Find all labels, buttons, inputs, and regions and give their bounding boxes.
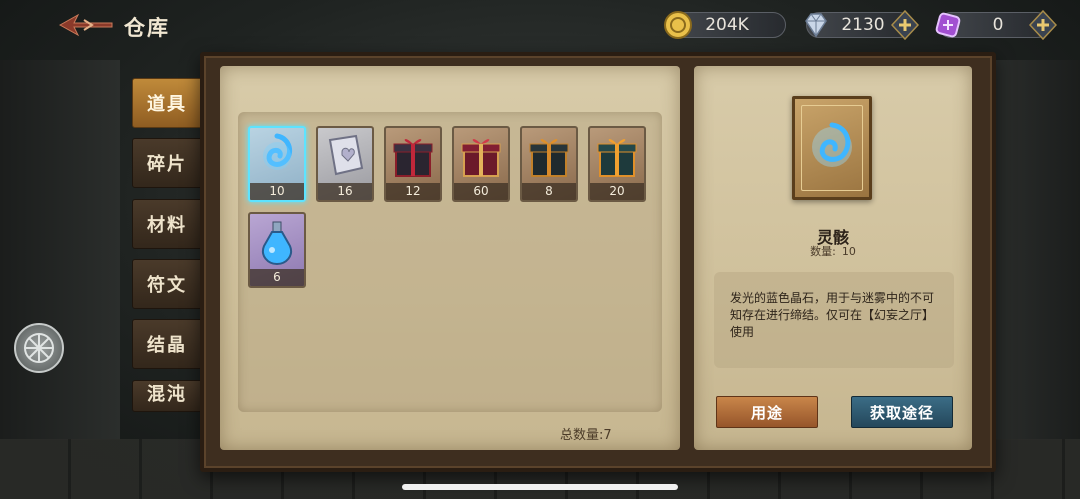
- add-gems-plus-icon[interactable]: [890, 9, 920, 41]
- purple-crystal-icon: [933, 10, 963, 40]
- spiral-menu-icon[interactable]: [14, 323, 64, 373]
- item-count: 6: [250, 269, 304, 286]
- tab-label: 材料: [147, 215, 187, 236]
- item-count: 20: [590, 183, 644, 200]
- item-description: 发光的蓝色晶石，用于与迷雾中的不可知存在进行缔结。仅可在【幻妄之厅】使用: [714, 272, 954, 368]
- gold-value: 204K: [705, 15, 749, 35]
- item-quantity: 数量: 10: [694, 243, 972, 259]
- home-indicator[interactable]: [402, 484, 678, 490]
- selected-item-card: [792, 96, 872, 200]
- tab-label: 混沌: [147, 384, 187, 405]
- total-count: 总数量:7: [560, 428, 612, 443]
- item-count: 12: [386, 183, 440, 200]
- gem-counter: 2130: [805, 9, 920, 41]
- add-crystal-plus-icon[interactable]: [1028, 9, 1058, 41]
- back-arrow-icon[interactable]: [58, 12, 114, 38]
- gift-box-icon: [386, 128, 440, 184]
- tab-label: 符文: [147, 275, 187, 296]
- tab-label: 碎片: [147, 154, 187, 175]
- blue-spirit-icon: [250, 128, 304, 184]
- item-slot[interactable]: 60: [452, 126, 510, 202]
- item-slot[interactable]: 10: [248, 126, 306, 202]
- gift-box-icon: [454, 128, 508, 184]
- top-bar: 仓库 204K 2130 0: [0, 0, 1080, 50]
- gold-counter: 204K: [664, 11, 786, 39]
- coin-icon: [663, 10, 693, 40]
- item-slot[interactable]: 20: [588, 126, 646, 202]
- item-slot[interactable]: 12: [384, 126, 442, 202]
- get-source-button[interactable]: 获取途径: [851, 396, 953, 428]
- item-count: 10: [250, 183, 304, 200]
- item-slot[interactable]: 6: [248, 212, 306, 288]
- tab-label: 结晶: [147, 335, 187, 356]
- tab-crystals[interactable]: 结晶: [132, 319, 202, 369]
- potion-icon: [250, 214, 304, 270]
- item-slot[interactable]: 16: [316, 126, 374, 202]
- crystal-counter: 0: [935, 9, 1058, 41]
- silver-book-icon: [318, 128, 372, 184]
- tab-materials[interactable]: 材料: [132, 199, 202, 249]
- item-count: 16: [318, 183, 372, 200]
- tab-label: 道具: [147, 94, 187, 115]
- gift-box-icon: [590, 128, 644, 184]
- gem-value: 2130: [841, 15, 885, 35]
- gift-box-icon: [522, 128, 576, 184]
- diamond-icon: [801, 10, 831, 40]
- item-count: 8: [522, 183, 576, 200]
- tab-fragments[interactable]: 碎片: [132, 138, 202, 188]
- item-count: 60: [454, 183, 508, 200]
- use-button[interactable]: 用途: [716, 396, 818, 428]
- tab-chaos[interactable]: 混沌: [132, 380, 202, 412]
- tab-runes[interactable]: 符文: [132, 259, 202, 309]
- page-title: 仓库: [124, 16, 170, 40]
- crystal-value: 0: [992, 15, 1004, 35]
- quantity-value: 10: [841, 245, 856, 258]
- blue-spirit-icon: [812, 122, 852, 167]
- quantity-label: 数量:: [810, 245, 836, 258]
- item-slot[interactable]: 8: [520, 126, 578, 202]
- tab-items[interactable]: 道具: [132, 78, 202, 128]
